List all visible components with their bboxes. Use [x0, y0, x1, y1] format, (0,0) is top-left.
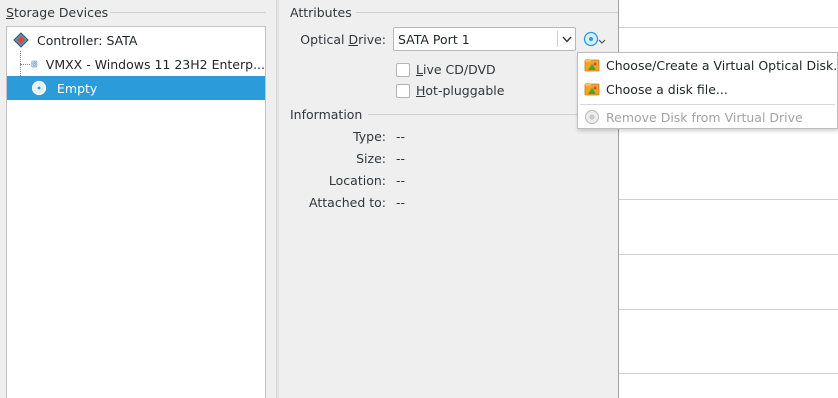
tree-item-label: Empty — [57, 80, 98, 96]
menu-item-label: Choose a disk file... — [606, 81, 728, 97]
info-type-label: Type: — [353, 129, 386, 144]
live-cd-label-rest: ive CD/DVD — [422, 62, 496, 77]
hot-pluggable-label: Hot-pluggable — [416, 83, 505, 98]
info-location-label: Location: — [328, 173, 386, 188]
info-type-value: -- — [396, 129, 406, 144]
tree-item-label: Controller: SATA — [37, 32, 138, 48]
chevron-down-icon[interactable] — [559, 30, 575, 48]
background-row-divider — [619, 254, 838, 255]
attributes-title: Attributes — [290, 5, 352, 20]
menu-item-remove-disk[interactable]: Remove Disk from Virtual Drive — [578, 105, 837, 129]
info-location-value: -- — [396, 173, 406, 188]
optical-disc-icon — [31, 80, 47, 96]
live-cd-checkbox[interactable] — [396, 63, 410, 77]
info-attached-value: -- — [396, 195, 406, 210]
info-size-value: -- — [396, 151, 406, 166]
background-row-divider — [619, 199, 838, 200]
folder-disk-icon — [584, 59, 600, 72]
live-cd-label: Live CD/DVD — [416, 62, 496, 77]
tree-item-controller-sata[interactable]: Controller: SATA — [7, 28, 265, 52]
optical-disc-menu-icon — [583, 31, 606, 47]
menu-item-label: Choose/Create a Virtual Optical Disk... — [606, 57, 838, 73]
menu-item-label: Remove Disk from Virtual Drive — [606, 109, 803, 125]
hard-disk-icon — [31, 60, 38, 68]
sata-controller-icon — [13, 32, 29, 48]
tree-item-hard-disk[interactable]: VMXX - Windows 11 23H2 Enterp... — [29, 52, 265, 76]
menu-item-choose-disk-file[interactable]: Choose a disk file... — [578, 77, 837, 101]
background-row-divider — [619, 27, 838, 28]
storage-tree[interactable]: Controller: SATA VMXX - Windows 11 23H2 … — [6, 26, 266, 398]
hot-pluggable-label-rest: ot-pluggable — [425, 83, 505, 98]
info-attached-label: Attached to: — [309, 195, 386, 210]
storage-devices-pane: Storage Devices Controller: SATA VMXX - … — [0, 0, 278, 398]
storage-devices-title-rest: torage Devices — [13, 5, 109, 20]
info-size-label: Size: — [356, 151, 386, 166]
combo-divider — [557, 31, 558, 47]
background-row-divider — [619, 309, 838, 310]
remove-disc-icon — [585, 110, 599, 124]
information-title: Information — [290, 107, 363, 122]
optical-drive-label: Optical Drive: — [300, 32, 386, 47]
tree-item-label: VMXX - Windows 11 23H2 Enterp... — [45, 56, 265, 72]
disc-popup-menu: Choose/Create a Virtual Optical Disk... … — [577, 52, 838, 129]
optical-drive-select[interactable]: SATA Port 1 — [393, 27, 576, 51]
hot-pluggable-checkbox[interactable] — [396, 84, 410, 98]
folder-disk-icon — [584, 83, 600, 96]
optical-drive-value: SATA Port 1 — [398, 32, 470, 47]
tree-item-empty-optical[interactable]: Empty — [7, 76, 265, 100]
storage-devices-title-rule — [110, 12, 266, 13]
menu-item-choose-create-optical[interactable]: Choose/Create a Virtual Optical Disk... — [578, 53, 838, 77]
choose-disk-menu-button[interactable] — [582, 29, 608, 49]
attributes-title-rule — [356, 12, 618, 13]
pane-splitter[interactable] — [276, 0, 279, 398]
background-row-divider — [619, 373, 838, 374]
storage-devices-title: Storage Devices — [6, 5, 109, 20]
